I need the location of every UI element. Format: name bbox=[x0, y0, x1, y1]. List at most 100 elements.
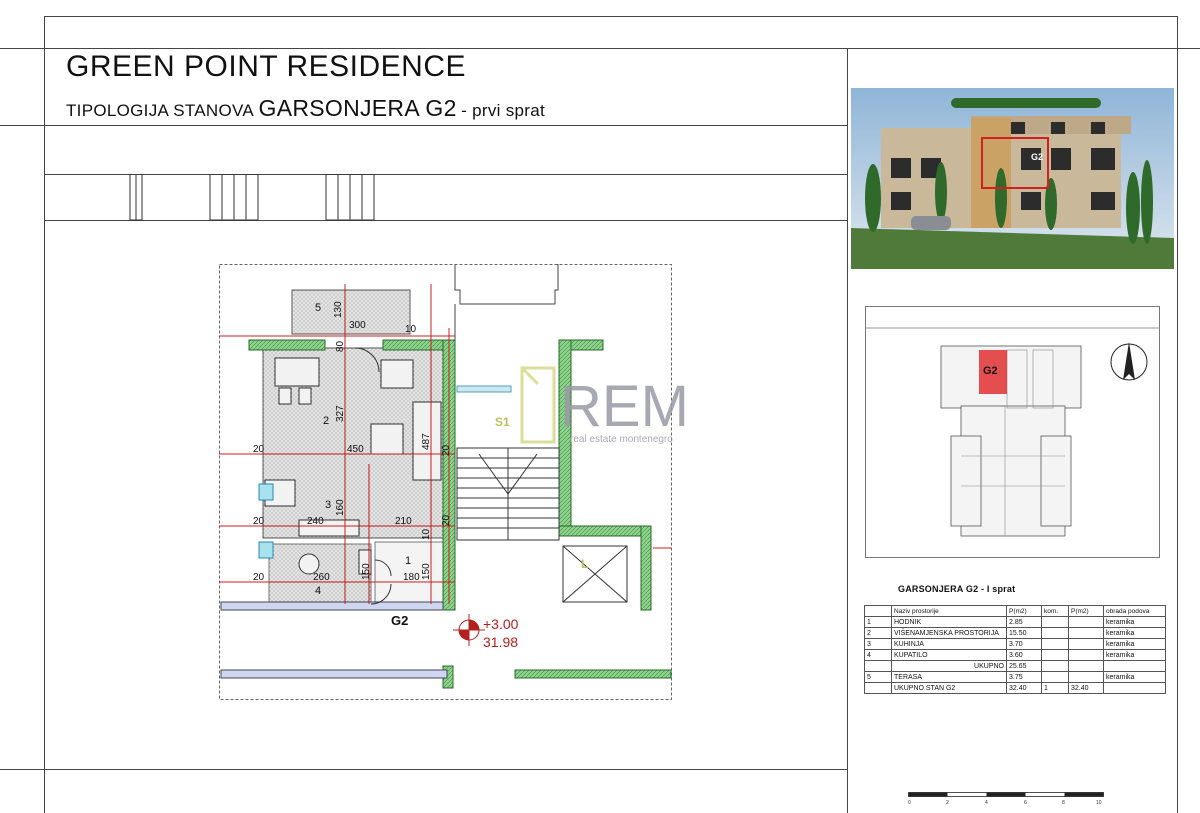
cell-area: 2.85 bbox=[1006, 616, 1042, 628]
scale-tick-4: 4 bbox=[985, 800, 988, 806]
room-number-4: 4 bbox=[315, 585, 321, 597]
rem-brand: REM bbox=[560, 374, 688, 439]
cell-empty bbox=[1041, 660, 1069, 672]
subtitle-suffix: - prvi sprat bbox=[461, 101, 546, 120]
subtitle-unit: GARSONJERA G2 bbox=[258, 95, 457, 121]
cell-kom bbox=[1041, 616, 1069, 628]
dim-130: 130 bbox=[333, 301, 344, 318]
cell-area: 15.50 bbox=[1006, 627, 1042, 639]
room-number-3: 3 bbox=[325, 499, 331, 511]
plan-unit-label: G2 bbox=[391, 613, 409, 628]
rem-tagline: real estate montenegro bbox=[570, 434, 673, 445]
cell-empty bbox=[1103, 660, 1166, 672]
cell-floor: keramika bbox=[1103, 627, 1166, 639]
cell-p bbox=[1068, 627, 1104, 639]
dim-20-d: 20 bbox=[441, 444, 452, 456]
cell-empty bbox=[1103, 682, 1166, 694]
dim-20-c: 20 bbox=[253, 572, 265, 583]
rem-watermark: REM real estate montenegro bbox=[518, 362, 689, 448]
dim-20-a: 20 bbox=[253, 444, 265, 455]
cell-total-label: UKUPNO STAN G2 bbox=[891, 682, 1007, 694]
cell-kom bbox=[1041, 649, 1069, 661]
cell-empty bbox=[1068, 660, 1104, 672]
floor-plan: 5 2 3 1 4 300 130 10 327 450 487 20 160 … bbox=[219, 264, 672, 700]
cell-kom bbox=[1041, 627, 1069, 639]
th-p: P(m2) bbox=[1068, 605, 1104, 617]
cell-p bbox=[1068, 638, 1104, 650]
cell-floor: keramika bbox=[1103, 649, 1166, 661]
room-number-5: 5 bbox=[315, 302, 321, 314]
cell-p bbox=[1068, 616, 1104, 628]
dim-450: 450 bbox=[347, 444, 364, 455]
area-table: Naziv prostorije P(m2) kom. P(m2) obrada… bbox=[864, 605, 1166, 694]
dim-10-b: 10 bbox=[421, 528, 432, 540]
cell-floor: keramika bbox=[1103, 638, 1166, 650]
frame-right bbox=[1177, 16, 1178, 813]
cell-area: 3.60 bbox=[1006, 649, 1042, 661]
cell-p bbox=[1068, 649, 1104, 661]
cell-name: KUPATILO bbox=[891, 649, 1007, 661]
cell-kom bbox=[1041, 671, 1069, 683]
cell-no: 1 bbox=[864, 616, 892, 628]
scale-tick-8: 8 bbox=[1062, 800, 1065, 806]
cell-subtotal-label: UKUPNO bbox=[891, 660, 1007, 672]
dim-240: 240 bbox=[307, 516, 324, 527]
th-name: Naziv prostorije bbox=[891, 605, 1007, 617]
lift-label: L bbox=[581, 557, 588, 571]
frame-left bbox=[44, 16, 45, 813]
dim-10: 10 bbox=[405, 324, 417, 335]
key-plan: G2 bbox=[865, 306, 1160, 558]
frame-mid-vertical bbox=[847, 48, 848, 813]
stair-label: S1 bbox=[495, 415, 510, 429]
scale-tick-0: 0 bbox=[908, 800, 911, 806]
cell-total-kom: 1 bbox=[1041, 682, 1069, 694]
keyplan-unit-tag: G2 bbox=[983, 365, 998, 377]
cell-no: 3 bbox=[864, 638, 892, 650]
table-row: 4 KUPATILO 3.60 keramika bbox=[864, 649, 1166, 661]
photo-unit-tag: G2 bbox=[1031, 152, 1043, 162]
frame-top bbox=[44, 16, 1178, 17]
dim-80: 80 bbox=[335, 340, 346, 352]
dim-150-a: 150 bbox=[361, 563, 372, 580]
rem-logo-icon: REM real estate montenegro bbox=[520, 366, 689, 445]
cell-no: 2 bbox=[864, 627, 892, 639]
dim-327: 327 bbox=[335, 405, 346, 422]
page-title: GREEN POINT RESIDENCE bbox=[66, 50, 467, 83]
table-total-row: UKUPNO STAN G2 32.40 1 32.40 bbox=[864, 682, 1166, 694]
cell-name: HODNIK bbox=[891, 616, 1007, 628]
room-number-2: 2 bbox=[323, 415, 329, 427]
dim-300: 300 bbox=[349, 320, 366, 331]
subtitle-prefix: TIPOLOGIJA STANOVA bbox=[66, 101, 255, 120]
cell-floor: keramika bbox=[1103, 616, 1166, 628]
cell-no: 5 bbox=[864, 671, 892, 683]
cell-total-area: 32.40 bbox=[1006, 682, 1042, 694]
dim-260: 260 bbox=[313, 572, 330, 583]
plan-elevation: +3.00 bbox=[483, 616, 519, 632]
table-title: GARSONJERA G2 - I sprat bbox=[898, 584, 1016, 594]
table-row: 2 VIŠENAMJENSKA PROSTORIJA 15.50 keramik… bbox=[864, 627, 1166, 639]
table-row: 3 KUHINJA 3.70 keramika bbox=[864, 638, 1166, 650]
cell-area: 3.70 bbox=[1006, 638, 1042, 650]
cell-name: VIŠENAMJENSKA PROSTORIJA bbox=[891, 627, 1007, 639]
table-row: 1 HODNIK 2.85 keramika bbox=[864, 616, 1166, 628]
dim-487: 487 bbox=[421, 433, 432, 450]
scale-tick-10: 10 bbox=[1096, 800, 1102, 806]
cell-floor: keramika bbox=[1103, 671, 1166, 683]
dim-180: 180 bbox=[403, 572, 420, 583]
dim-160: 160 bbox=[335, 499, 346, 516]
scale-tick-2: 2 bbox=[946, 800, 949, 806]
cell-kom bbox=[1041, 638, 1069, 650]
frame-bottom bbox=[0, 769, 848, 770]
facade-strip bbox=[129, 174, 375, 221]
room-number-1: 1 bbox=[405, 555, 411, 567]
th-kom: kom. bbox=[1041, 605, 1069, 617]
dim-20-b: 20 bbox=[253, 516, 265, 527]
cell-empty bbox=[864, 682, 892, 694]
dim-210: 210 bbox=[395, 516, 412, 527]
scale-bar: 0 2 4 6 8 10 bbox=[908, 792, 1104, 806]
table-header-row: Naziv prostorije P(m2) kom. P(m2) obrada… bbox=[864, 605, 1166, 617]
cell-area: 3.75 bbox=[1006, 671, 1042, 683]
page-subtitle: TIPOLOGIJA STANOVA GARSONJERA G2 - prvi … bbox=[66, 95, 545, 122]
th-area: P(m2) bbox=[1006, 605, 1042, 617]
dim-20-e: 20 bbox=[441, 514, 452, 526]
